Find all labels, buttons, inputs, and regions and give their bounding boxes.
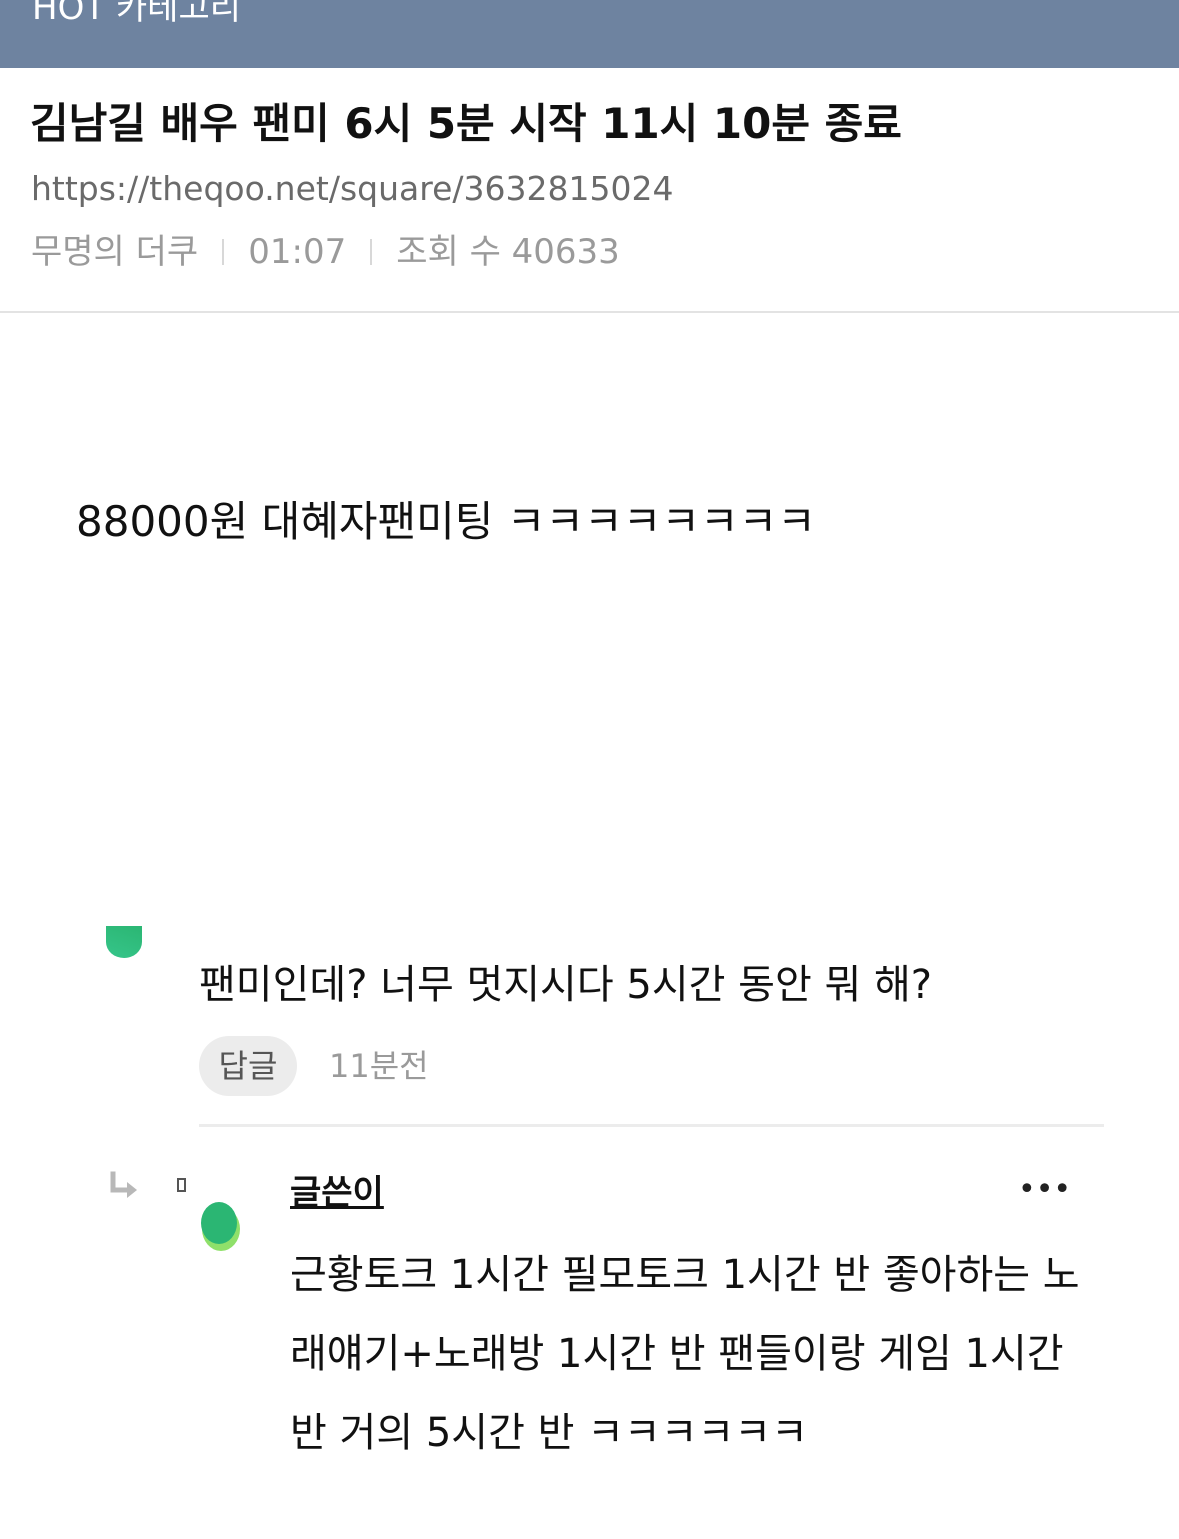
post-title: 김남길 배우 팬미 6시 5분 시작 11시 10분 종료 [30, 99, 902, 148]
comment-author[interactable]: 글쓴이 [290, 1170, 384, 1216]
post-url[interactable]: https://theqoo.net/square/3632815024 [31, 168, 673, 210]
comment-time: 11분전 [329, 1047, 429, 1085]
post-meta: 무명의 더쿠 01:07 조회 수 40633 [31, 230, 620, 274]
more-icon[interactable]: ••• [1018, 1170, 1071, 1210]
category-title[interactable]: HOT 카테고리 [32, 0, 241, 30]
comment-divider [199, 1124, 1104, 1127]
reply-arrow-icon [110, 1171, 137, 1198]
header-divider [0, 311, 1179, 313]
comment-text: 팬미인데? 너무 멋지시다 5시간 동안 뭐 해? [199, 962, 932, 1008]
post-views: 조회 수 40633 [396, 232, 620, 272]
top-bar: HOT 카테고리 [0, 0, 1179, 68]
reply-button[interactable]: 답글 [199, 1036, 297, 1096]
avatar-icon [106, 926, 142, 958]
avatar-icon [201, 1202, 240, 1251]
post-body: 88000원 대혜자팬미팅 ㅋㅋㅋㅋㅋㅋㅋㅋ [76, 497, 816, 546]
marker-icon [177, 1178, 186, 1192]
post-author: 무명의 더쿠 [31, 232, 199, 272]
comment-text: 근황토크 1시간 필모토크 1시간 반 좋아하는 노래얘기+노래방 1시간 반 … [290, 1252, 1080, 1456]
meta-divider [370, 239, 373, 265]
meta-divider [222, 239, 225, 265]
post-time: 01:07 [248, 232, 347, 272]
